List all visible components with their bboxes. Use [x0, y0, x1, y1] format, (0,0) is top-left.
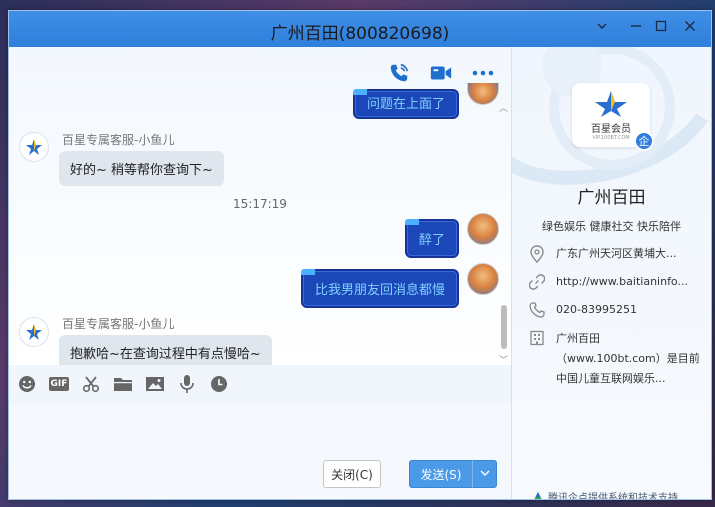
footer-text: 腾讯企点提供系统和技术支持 [548, 493, 678, 500]
link-icon [528, 273, 546, 291]
input-toolbar: GIF [9, 365, 511, 403]
history-clock-icon[interactable] [208, 373, 230, 395]
sender-name: 百星专属客服-小鱼儿 [62, 317, 175, 331]
description-text: 广州百田（www.100bt.com）是目前中国儿童互联网娱乐... [556, 332, 700, 385]
close-button[interactable]: 关闭(C) [323, 460, 381, 488]
chat-history[interactable]: 问题在上面了 ︿ 百星专属客服-小鱼儿 好的~ 稍等帮你查询下~ 15:17:1… [9, 47, 511, 365]
logo-subtext: VIP.100BT.COM [592, 134, 630, 141]
phone-text[interactable]: 020-83995251 [556, 301, 637, 319]
self-avatar[interactable] [467, 213, 499, 245]
send-options-chevron-icon[interactable] [473, 469, 496, 480]
message-bubble-self[interactable]: 比我男朋友回消息都慢 [301, 269, 460, 308]
emoji-icon[interactable] [16, 373, 38, 395]
scroll-down-arrow[interactable]: ﹀ [499, 353, 508, 365]
close-icon[interactable] [679, 17, 701, 39]
phone-small-icon [528, 301, 546, 319]
enterprise-badge: 企 [634, 131, 654, 151]
title-bar[interactable]: 广州百田(800820698) [9, 11, 711, 47]
logo-text: 百星会员 [591, 123, 631, 135]
gif-icon[interactable]: GIF [48, 373, 70, 395]
chat-toolbar [387, 61, 495, 85]
agent-avatar[interactable] [19, 317, 49, 347]
address-row: 广东广州天河区黄埔大... [528, 245, 708, 263]
phone-row: 020-83995251 [528, 301, 708, 319]
image-icon[interactable] [144, 373, 166, 395]
maximize-icon[interactable] [650, 17, 672, 39]
video-icon[interactable] [429, 61, 453, 85]
message-bubble-self[interactable]: 问题在上面了 [353, 89, 460, 119]
self-avatar[interactable] [467, 83, 499, 105]
contact-name: 广州百田 [577, 188, 646, 208]
website-row: http://www.baitianinfo... [528, 273, 708, 291]
phone-icon[interactable] [387, 61, 411, 85]
message-text: 醉了 [419, 233, 446, 248]
building-icon [528, 329, 546, 347]
minimize-icon[interactable] [625, 17, 647, 39]
contact-info-panel: 百星会员 VIP.100BT.COM 企 广州百田 绿色娱乐 健康社交 快乐陪伴… [512, 47, 711, 499]
message-bubble-other[interactable]: 抱歉哈~在查询过程中有点慢哈~ [59, 335, 272, 365]
chat-scrollbar[interactable] [501, 305, 507, 349]
message-bubble-other[interactable]: 好的~ 稍等帮你查询下~ [59, 151, 224, 186]
send-button-label: 发送(S) [420, 467, 462, 482]
folder-icon[interactable] [112, 373, 134, 395]
more-icon[interactable] [471, 61, 495, 85]
location-icon [528, 245, 546, 263]
contact-tags: 绿色娱乐 健康社交 快乐陪伴 [542, 220, 681, 233]
message-text: 抱歉哈~在查询过程中有点慢哈~ [70, 347, 261, 362]
powered-by-note: 腾讯企点提供系统和技术支持 [532, 489, 678, 500]
qidian-logo-icon [534, 491, 542, 499]
address-text: 广东广州天河区黄埔大... [556, 247, 677, 260]
scroll-up-arrow[interactable]: ︿ [499, 101, 508, 114]
send-button[interactable]: 发送(S) [409, 460, 497, 488]
message-bubble-self[interactable]: 醉了 [405, 219, 460, 258]
website-link[interactable]: http://www.baitianinfo... [556, 273, 688, 291]
sender-name: 百星专属客服-小鱼儿 [62, 133, 175, 147]
description-row: 广州百田（www.100bt.com）是目前中国儿童互联网娱乐... [528, 329, 708, 389]
microphone-icon[interactable] [176, 373, 198, 395]
message-timestamp: 15:17:19 [233, 197, 287, 211]
message-text: 好的~ 稍等帮你查询下~ [70, 163, 213, 178]
message-text: 比我男朋友回消息都慢 [315, 283, 446, 298]
chevron-down-icon[interactable] [591, 17, 613, 39]
message-text: 问题在上面了 [367, 97, 446, 112]
self-avatar[interactable] [467, 263, 499, 295]
agent-avatar[interactable] [19, 132, 49, 162]
chat-window: 广州百田(800820698) 问题在上面了 ︿ 百星专属客服-小鱼儿 好的~ … [8, 10, 712, 500]
gif-label: GIF [48, 377, 70, 391]
screenshot-scissors-icon[interactable] [80, 373, 102, 395]
